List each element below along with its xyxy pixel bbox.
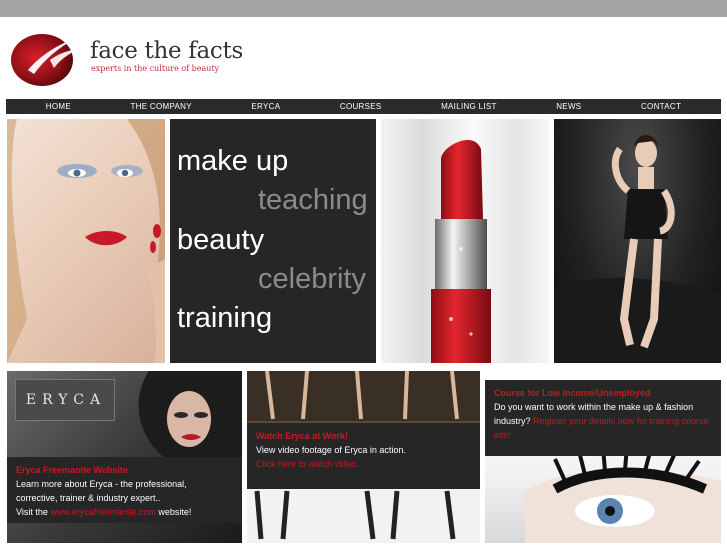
video-promo-title[interactable]: Watch Eryca at Work! bbox=[256, 429, 471, 443]
top-bar bbox=[0, 0, 727, 17]
hero-word-teaching: teaching bbox=[258, 184, 368, 216]
video-promo-text: Watch Eryca at Work! View video footage … bbox=[247, 423, 480, 489]
hero-word-make-up: make up bbox=[177, 145, 289, 177]
logo-swirl-icon bbox=[11, 34, 79, 86]
hero-word-training: training bbox=[177, 302, 273, 334]
course-promo-title[interactable]: Course for Low Income/Unemployed bbox=[494, 386, 712, 400]
nav-contact[interactable]: CONTACT bbox=[641, 102, 681, 111]
hero-keywords-panel: make up teaching beauty celebrity traini… bbox=[170, 119, 376, 363]
watch-video-link[interactable]: Click here to watch video. bbox=[256, 457, 471, 471]
eryca-promo-title[interactable]: Eryca Freemantle Website bbox=[16, 463, 233, 477]
eryca-website-link[interactable]: www.erycafreemantle.com bbox=[50, 507, 156, 517]
course-promo-line-1: Do you want to work within the make up &… bbox=[494, 402, 694, 412]
nav-mailing-list[interactable]: MAILING LIST bbox=[441, 102, 497, 111]
course-promo-text: Course for Low Income/Unemployed Do you … bbox=[485, 380, 721, 456]
video-promo-line-1: View video footage of Eryca in action. bbox=[256, 445, 406, 455]
eryca-promo-line-1: Learn more about Eryca - the professiona… bbox=[16, 479, 187, 489]
nav-courses[interactable]: COURSES bbox=[340, 102, 382, 111]
eryca-logo-badge: ERYCA bbox=[15, 379, 115, 421]
hero-lipstick-photo bbox=[381, 119, 549, 363]
hero-face-photo bbox=[7, 119, 165, 363]
eryca-promo-line-3: Visit the www.erycafreemantle.com websit… bbox=[16, 505, 233, 519]
eryca-promo-line-2: corrective, trainer & industry expert.. bbox=[16, 493, 161, 503]
course-industry-prefix: industry? bbox=[494, 416, 534, 426]
hero-word-celebrity: celebrity bbox=[258, 263, 366, 295]
eryca-logo-text: ERYCA bbox=[25, 392, 107, 408]
eryca-visit-prefix: Visit the bbox=[16, 507, 51, 517]
promo-low-income-course[interactable]: Course for Low Income/Unemployed Do you … bbox=[485, 371, 721, 543]
eryca-visit-suffix: website! bbox=[155, 507, 192, 517]
promo-eryca-website[interactable]: ERYCA Eryca Freemantle Website Learn mor… bbox=[7, 371, 242, 543]
main-navigation: HOME THE COMPANY ERYCA COURSES MAILING L… bbox=[6, 99, 721, 114]
nav-home[interactable]: HOME bbox=[46, 102, 71, 111]
nav-the-company[interactable]: THE COMPANY bbox=[131, 102, 192, 111]
promo-watch-video[interactable]: Watch Eryca at Work! View video footage … bbox=[247, 371, 480, 543]
course-promo-line-2: industry? Register your details now for … bbox=[494, 414, 712, 442]
eryca-portrait-photo bbox=[138, 371, 242, 461]
nav-eryca[interactable]: ERYCA bbox=[251, 102, 280, 111]
hero-word-beauty: beauty bbox=[177, 224, 265, 256]
nav-news[interactable]: NEWS bbox=[556, 102, 581, 111]
hero-model-photo bbox=[554, 119, 721, 363]
logo-title: face the facts bbox=[90, 38, 243, 64]
eryca-promo-text: Eryca Freemantle Website Learn more abou… bbox=[7, 457, 242, 523]
logo-tagline: experts in the culture of beauty bbox=[91, 64, 220, 73]
site-logo[interactable]: face the facts experts in the culture of… bbox=[10, 30, 250, 90]
